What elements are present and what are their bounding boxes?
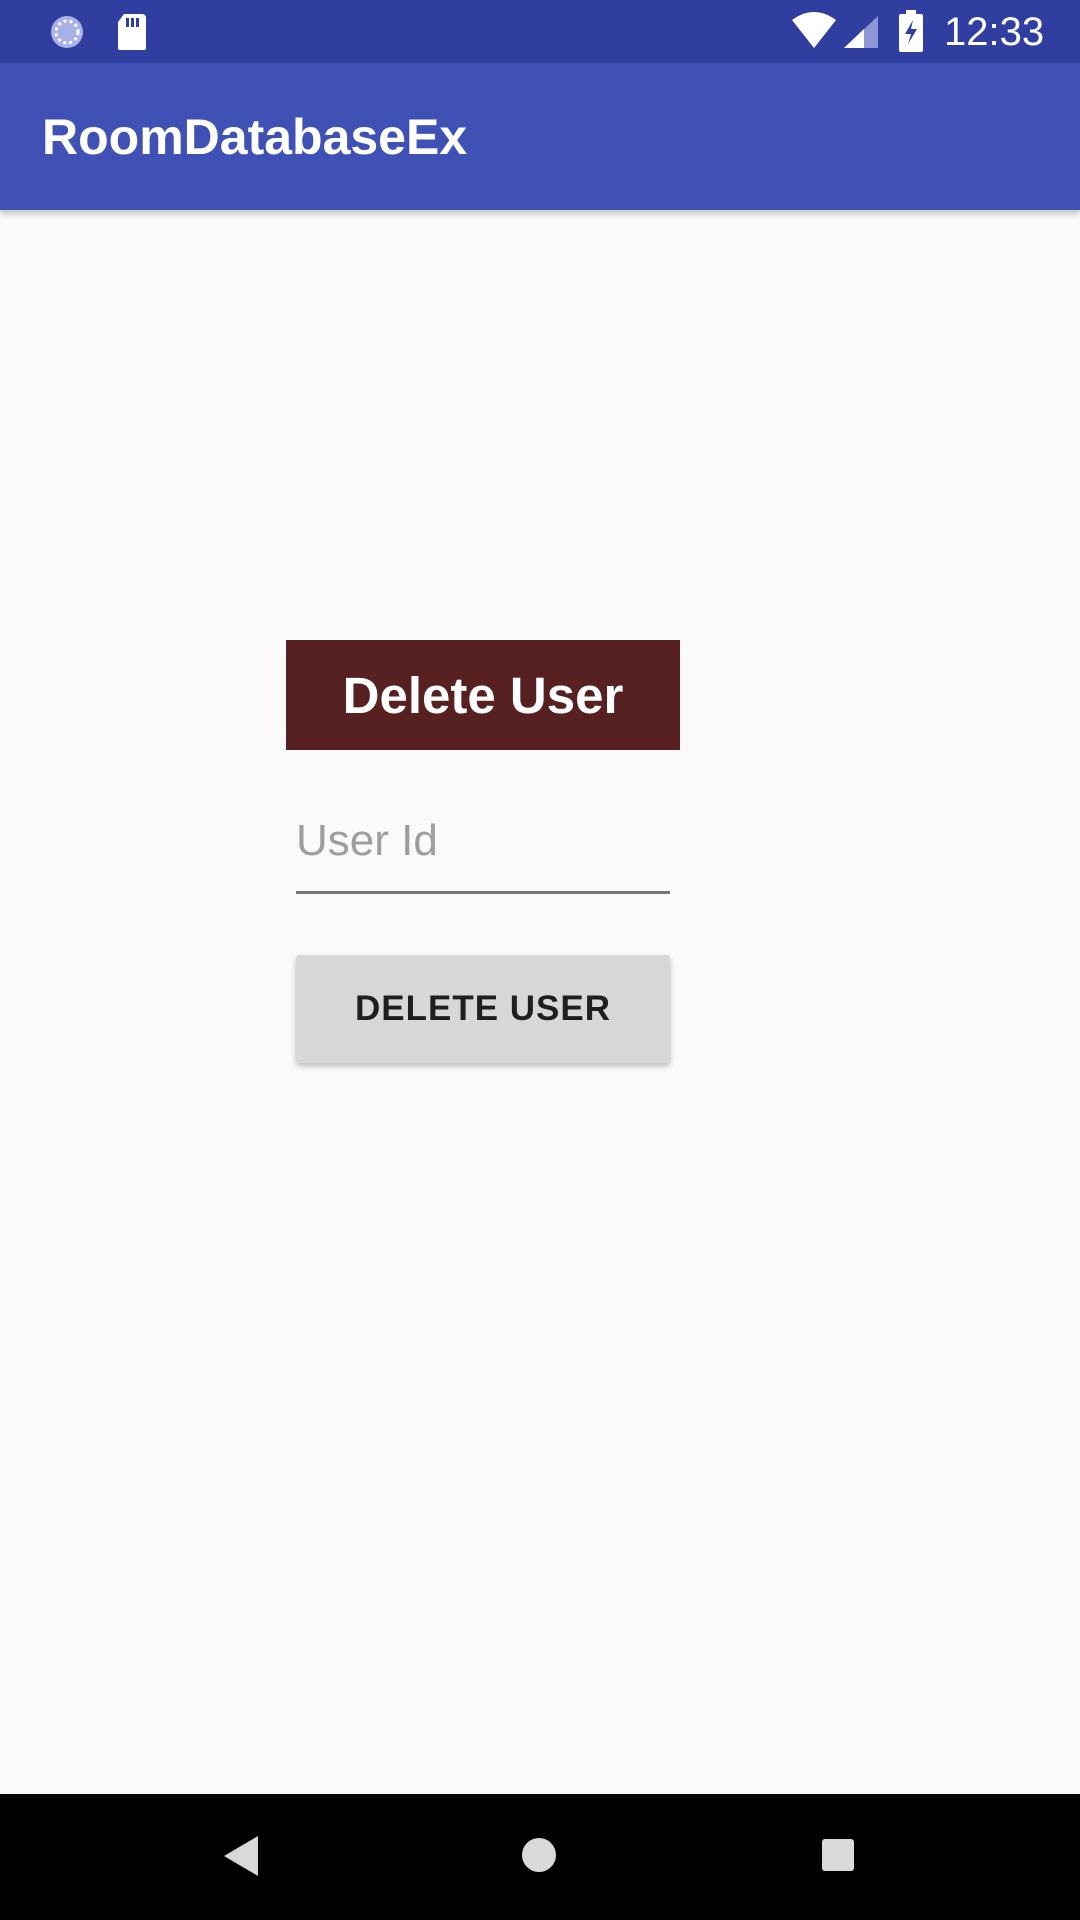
app-bar: RoomDatabaseEx xyxy=(0,63,1080,210)
delete-user-button[interactable]: DELETE USER xyxy=(296,955,670,1063)
signal-icon xyxy=(844,16,878,48)
back-icon[interactable] xyxy=(220,1834,260,1878)
sd-card-icon xyxy=(118,14,146,50)
home-icon[interactable] xyxy=(521,1837,557,1873)
battery-charging-icon xyxy=(899,10,923,52)
user-id-input[interactable] xyxy=(296,790,670,894)
app-title: RoomDatabaseEx xyxy=(42,109,468,165)
sync-icon xyxy=(51,16,83,48)
user-id-field[interactable] xyxy=(296,790,670,894)
status-time: 12:33 xyxy=(944,10,1045,54)
navigation-bar xyxy=(0,1794,1080,1920)
status-bar: 12:33 xyxy=(0,0,1080,63)
recents-icon[interactable] xyxy=(821,1838,855,1872)
delete-user-heading: Delete User xyxy=(286,640,680,750)
wifi-icon xyxy=(792,12,836,48)
